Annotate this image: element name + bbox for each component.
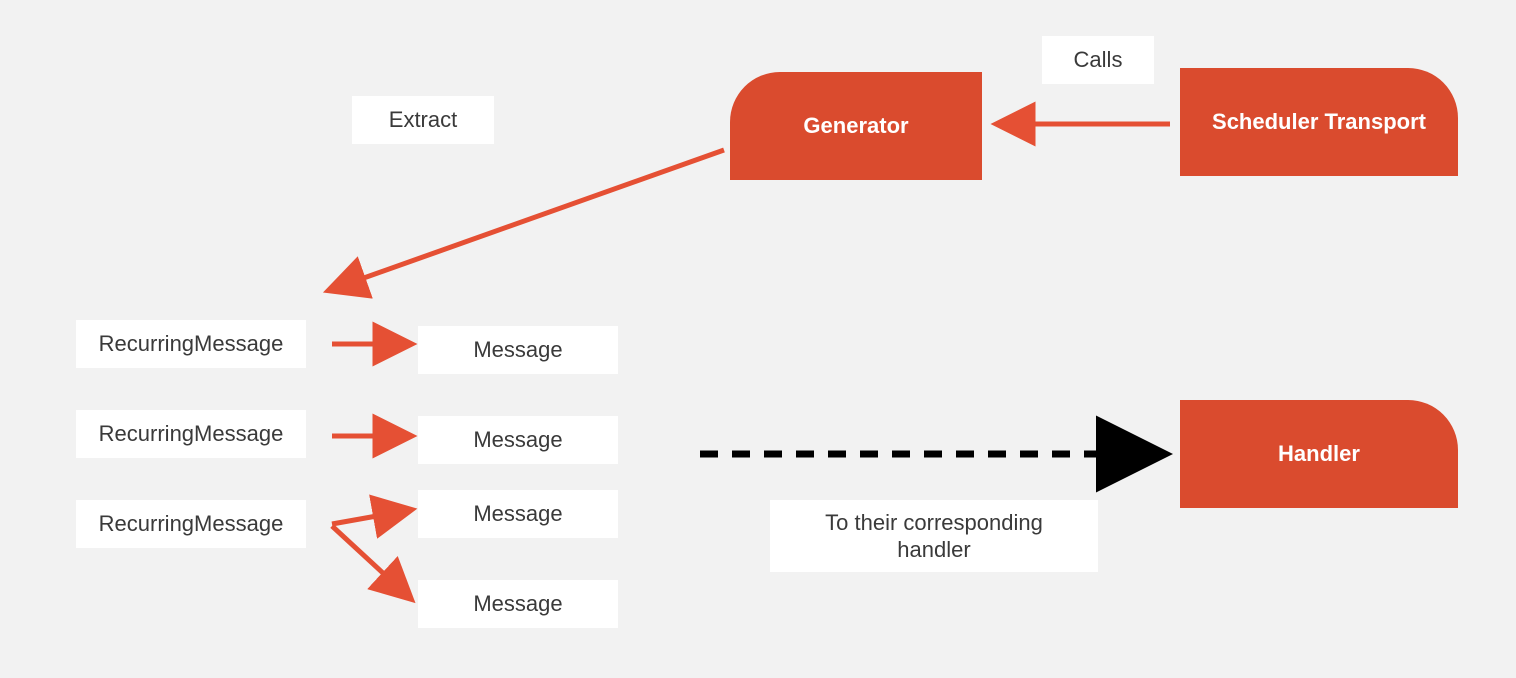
node-handler: Handler [1180, 400, 1458, 508]
message-box: Message [418, 490, 618, 538]
label-calls: Calls [1042, 36, 1154, 84]
label-text: Message [473, 501, 562, 527]
label-text: RecurringMessage [99, 511, 284, 537]
label-text: Message [473, 591, 562, 617]
node-generator: Generator [730, 72, 982, 180]
recurring-message-box: RecurringMessage [76, 320, 306, 368]
label-text: Extract [389, 107, 457, 133]
arrow-extract [330, 150, 724, 290]
label-text-line1: To their corresponding [825, 509, 1043, 537]
arrow-row3b [332, 526, 410, 598]
node-label: Handler [1278, 441, 1360, 467]
node-label: Generator [803, 113, 908, 139]
label-text: Calls [1074, 47, 1123, 73]
message-box: Message [418, 416, 618, 464]
label-text: Message [473, 427, 562, 453]
arrow-row3a [332, 510, 410, 524]
label-text: RecurringMessage [99, 331, 284, 357]
label-extract: Extract [352, 96, 494, 144]
message-box: Message [418, 326, 618, 374]
node-label: Scheduler Transport [1212, 109, 1426, 135]
node-scheduler-transport: Scheduler Transport [1180, 68, 1458, 176]
label-to-handler: To their corresponding handler [770, 500, 1098, 572]
label-text: Message [473, 337, 562, 363]
label-text: RecurringMessage [99, 421, 284, 447]
recurring-message-box: RecurringMessage [76, 410, 306, 458]
message-box: Message [418, 580, 618, 628]
label-text-line2: handler [897, 536, 970, 564]
recurring-message-box: RecurringMessage [76, 500, 306, 548]
